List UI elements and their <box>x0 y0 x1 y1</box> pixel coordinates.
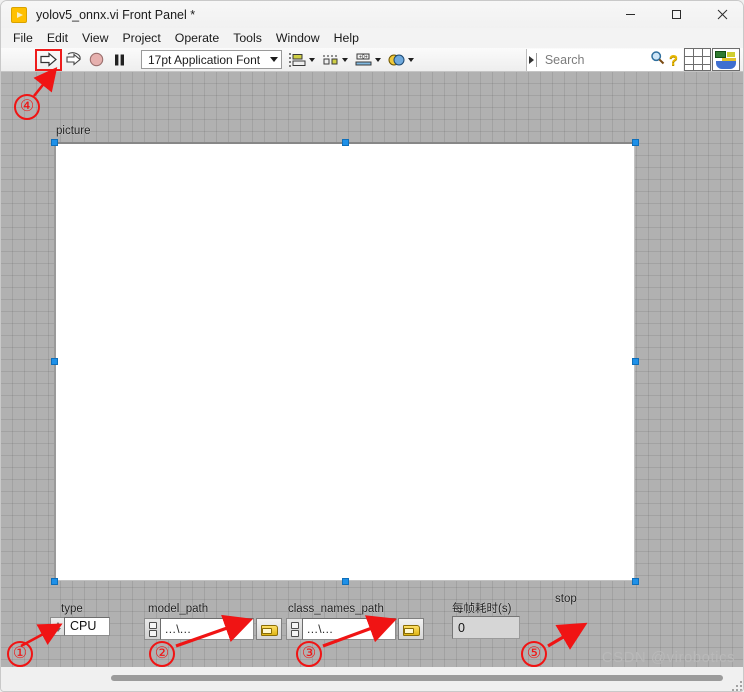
chevron-down-icon <box>342 57 348 62</box>
chevron-down-icon <box>375 57 381 62</box>
selection-handle-top-left[interactable] <box>51 139 58 146</box>
chevron-down-icon <box>309 57 315 62</box>
scrollbar-thumb[interactable] <box>111 675 723 681</box>
menu-view[interactable]: View <box>75 30 115 47</box>
search-box[interactable]: ? <box>525 49 683 71</box>
toolbar: 17pt Application Font +0+ Search ? <box>1 48 743 72</box>
run-continuously-button[interactable] <box>62 49 85 71</box>
selection-handle-top-right[interactable] <box>632 139 639 146</box>
front-panel-window-icon[interactable] <box>684 48 711 71</box>
type-label: type <box>61 603 83 615</box>
selection-handle-bottom-left[interactable] <box>51 578 58 585</box>
type-value[interactable]: CPU <box>64 617 110 636</box>
block-diagram-window-icon[interactable] <box>712 48 740 71</box>
picture-label: picture <box>56 125 91 137</box>
svg-text:+0+: +0+ <box>359 54 368 60</box>
type-increment-arrows[interactable] <box>50 617 64 636</box>
context-help-icon[interactable]: ? <box>669 52 678 69</box>
model-path-browse-button[interactable] <box>256 618 282 640</box>
stop-label: stop <box>555 593 577 605</box>
menu-operate[interactable]: Operate <box>168 30 226 47</box>
distribute-objects-button[interactable] <box>321 50 348 70</box>
distribute-objects-icon <box>323 54 338 64</box>
search-input[interactable] <box>542 52 650 68</box>
search-magnifier-icon[interactable] <box>650 50 665 70</box>
chevron-down-icon <box>270 57 278 62</box>
annotation-marker-5: ⑤ <box>521 641 547 667</box>
window-palette-icons <box>684 48 743 71</box>
horizontal-scrollbar[interactable] <box>111 674 723 683</box>
menu-tools[interactable]: Tools <box>226 30 269 47</box>
menu-window[interactable]: Window <box>269 30 327 47</box>
annotation-marker-3: ③ <box>296 641 322 667</box>
reorder-objects-button[interactable] <box>387 50 414 70</box>
type-ring-control[interactable]: CPU <box>50 617 110 636</box>
class-names-path-label: class_names_path <box>288 603 384 615</box>
class-names-path-control[interactable]: ...\... <box>286 618 424 640</box>
resize-objects-icon: +0+ <box>355 53 372 65</box>
arrow-up-icon[interactable] <box>54 621 61 626</box>
menu-file[interactable]: File <box>6 30 40 47</box>
chevron-down-icon <box>408 57 414 62</box>
window-controls <box>607 1 743 28</box>
annotation-marker-4: ④ <box>14 94 40 120</box>
menubar: File Edit View Project Operate Tools Win… <box>1 28 743 48</box>
font-selector[interactable]: 17pt Application Font <box>141 50 282 69</box>
minimize-button[interactable] <box>607 1 653 28</box>
selection-handle-top-center[interactable] <box>342 139 349 146</box>
run-button[interactable] <box>35 48 62 71</box>
align-objects-icon <box>289 52 306 67</box>
model-path-control[interactable]: ...\... <box>144 618 282 640</box>
pause-icon <box>115 54 124 65</box>
search-dropdown-icon[interactable] <box>528 56 534 64</box>
abort-execution-button[interactable] <box>85 49 108 71</box>
labview-front-panel-window: yolov5_onnx.vi Front Panel * File Edit V… <box>0 0 744 692</box>
close-button[interactable] <box>699 1 743 28</box>
resize-objects-button[interactable]: +0+ <box>354 50 381 70</box>
model-path-label: model_path <box>148 603 209 615</box>
folder-browse-icon <box>403 624 420 636</box>
class-names-path-value[interactable]: ...\... <box>302 618 396 640</box>
model-path-value[interactable]: ...\... <box>160 618 254 640</box>
pause-button[interactable] <box>108 49 131 71</box>
run-continuously-icon <box>65 52 81 66</box>
resize-grip[interactable] <box>732 681 742 691</box>
front-panel-canvas[interactable]: picture type CPU model_path ...\... clas… <box>1 72 743 667</box>
menu-project[interactable]: Project <box>115 30 167 47</box>
selection-handle-bottom-center[interactable] <box>342 578 349 585</box>
search-divider <box>535 53 537 67</box>
run-button-highlight <box>35 48 62 71</box>
arrow-down-icon[interactable] <box>54 627 61 632</box>
menu-help[interactable]: Help <box>327 30 366 47</box>
selection-handle-bottom-right[interactable] <box>632 578 639 585</box>
window-titlebar: yolov5_onnx.vi Front Panel * <box>1 1 743 28</box>
watermark: CSDN @virobotics <box>601 649 735 666</box>
window-title: yolov5_onnx.vi Front Panel * <box>36 7 196 22</box>
path-symbol-icon <box>286 618 302 640</box>
annotation-marker-1: ① <box>7 641 33 667</box>
frame-time-indicator: 0 <box>452 616 520 639</box>
reorder-objects-icon <box>388 54 405 65</box>
labview-vi-icon <box>11 6 27 23</box>
statusbar <box>1 667 743 691</box>
align-objects-button[interactable] <box>288 50 315 70</box>
folder-browse-icon <box>261 624 278 636</box>
selection-handle-middle-right[interactable] <box>632 358 639 365</box>
menu-edit[interactable]: Edit <box>40 30 75 47</box>
frame-time-label: 每帧耗时(s) <box>452 603 512 615</box>
abort-execution-icon <box>89 52 104 67</box>
font-selector-value: 17pt Application Font <box>148 52 261 67</box>
picture-indicator[interactable] <box>54 142 635 581</box>
annotation-marker-2: ② <box>149 641 175 667</box>
class-names-path-browse-button[interactable] <box>398 618 424 640</box>
path-symbol-icon <box>144 618 160 640</box>
selection-handle-middle-left[interactable] <box>51 358 58 365</box>
maximize-button[interactable] <box>653 1 699 28</box>
